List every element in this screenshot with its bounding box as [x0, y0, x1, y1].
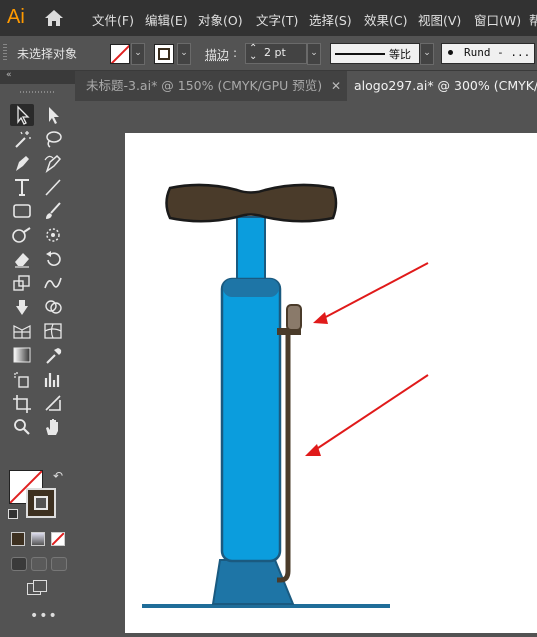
pump-cap [223, 279, 279, 297]
control-bar-grip[interactable] [3, 44, 7, 62]
profile-label: 等比 [389, 48, 411, 61]
screen-mode-icon[interactable] [27, 580, 47, 595]
selection-tool-icon[interactable] [10, 104, 34, 126]
gradient-mode-icon[interactable] [31, 532, 45, 546]
tab-untitled-3[interactable]: 未标题-3.ai* @ 150% (CMYK/GPU 预览) ✕ [75, 71, 347, 101]
profile-line-icon [335, 53, 385, 55]
brush-dot-icon [448, 50, 453, 55]
fill-swatch[interactable] [110, 44, 130, 64]
home-icon[interactable] [44, 9, 64, 27]
stroke-label[interactable]: 描边 [205, 46, 229, 63]
menu-effect[interactable]: 效果(C) [364, 10, 407, 29]
close-icon[interactable]: ✕ [331, 71, 341, 101]
direct-selection-tool-icon[interactable] [41, 104, 65, 126]
menu-help[interactable]: 帮 [529, 10, 537, 29]
variable-width-profile[interactable]: 等比 [330, 43, 420, 64]
rectangle-tool-icon[interactable] [10, 200, 34, 222]
mesh-tool-icon[interactable] [41, 320, 65, 342]
puppet-warp-icon[interactable] [10, 296, 34, 318]
pump-handle [165, 183, 338, 223]
pump-barrel [220, 277, 282, 563]
draw-inside-icon[interactable] [51, 557, 67, 571]
edit-toolbar-icon[interactable]: ••• [30, 608, 58, 624]
symbol-sprayer-icon[interactable] [10, 368, 34, 390]
arrow-line-bottom [314, 374, 429, 451]
stroke-label-colon: : [233, 46, 238, 60]
menu-bar: Ai 文件(F) 编辑(E) 对象(O) 文字(T) 选择(S) 效果(C) 视… [0, 0, 537, 36]
brush-value: Rund - ... [464, 46, 531, 59]
stroke-hollow-icon [34, 496, 48, 510]
none-slash-icon [52, 533, 64, 545]
stepper-arrows-icon[interactable]: ⌃ ⌄ [249, 44, 257, 62]
none-mode-icon[interactable] [51, 532, 65, 546]
menu-object[interactable]: 对象(O) [198, 10, 243, 29]
draw-normal-icon[interactable] [11, 557, 27, 571]
gradient-tool-icon[interactable] [10, 344, 34, 366]
draw-behind-icon[interactable] [31, 557, 47, 571]
panel-grip[interactable] [20, 91, 54, 93]
perspective-grid-icon[interactable] [10, 320, 34, 342]
lasso-icon[interactable] [41, 128, 65, 150]
pump-illustration [142, 183, 429, 608]
blob-brush-icon[interactable] [41, 224, 65, 246]
swap-fill-stroke-icon[interactable]: ↶ [53, 469, 63, 483]
shaper-tool-icon[interactable] [10, 224, 34, 246]
tools-panel-header: « [0, 70, 75, 84]
menu-edit[interactable]: 编辑(E) [145, 10, 188, 29]
menu-window[interactable]: 窗口(W) [474, 10, 521, 29]
profile-dropdown[interactable]: ⌄ [420, 43, 434, 65]
menu-file[interactable]: 文件(F) [92, 10, 134, 29]
selection-status: 未选择对象 [17, 47, 78, 61]
brush-definition[interactable]: Rund - ... [441, 43, 535, 64]
curvature-tool-icon[interactable] [41, 152, 65, 174]
app-logo: Ai [7, 6, 25, 28]
artboard-tool-icon[interactable] [10, 392, 34, 414]
default-fill-stroke-icon[interactable] [8, 509, 18, 519]
type-tool-icon[interactable] [10, 176, 34, 198]
hose-nozzle [286, 304, 302, 331]
tab-alogo297[interactable]: alogo297.ai* @ 300% (CMYK/GPU [347, 71, 537, 101]
arrowhead-top [313, 312, 328, 324]
stroke-weight-dropdown[interactable]: ⌄ [307, 43, 321, 65]
rotate-tool-icon[interactable] [41, 248, 65, 270]
color-mode-icon[interactable] [11, 532, 25, 546]
magic-wand-icon[interactable] [10, 128, 34, 150]
warp-tool-icon[interactable] [41, 272, 65, 294]
artboard[interactable] [125, 133, 537, 633]
pump-rod [236, 216, 266, 280]
eraser-icon[interactable] [10, 248, 34, 270]
stroke-color-dropdown[interactable]: ⌄ [177, 43, 191, 65]
column-graph-icon[interactable] [41, 368, 65, 390]
shape-builder-icon[interactable] [41, 296, 65, 318]
hand-tool-icon[interactable] [41, 416, 65, 438]
menu-select[interactable]: 选择(S) [309, 10, 352, 29]
arrowhead-bottom [305, 444, 321, 456]
pen-tool-icon[interactable] [10, 152, 34, 174]
eyedropper-icon[interactable] [41, 344, 65, 366]
line-tool-icon[interactable] [41, 176, 65, 198]
stroke-swatch[interactable] [154, 44, 174, 64]
fill-dropdown[interactable]: ⌄ [131, 43, 145, 65]
scale-tool-icon[interactable] [10, 272, 34, 294]
stroke-weight-field[interactable]: ⌃ ⌄ 2 pt [245, 43, 307, 64]
arrow-line-top [321, 262, 429, 320]
zoom-tool-icon[interactable] [10, 416, 34, 438]
menu-type[interactable]: 文字(T) [256, 10, 298, 29]
slice-tool-icon[interactable] [41, 392, 65, 414]
stroke-weight-value: 2 pt [264, 46, 286, 59]
tab-label: alogo297.ai* @ 300% (CMYK/GPU [354, 78, 537, 93]
tab-label: 未标题-3.ai* @ 150% (CMYK/GPU 预览) [86, 78, 323, 93]
toolbox-stroke-swatch[interactable] [26, 488, 56, 518]
document-tab-bar: 未标题-3.ai* @ 150% (CMYK/GPU 预览) ✕ alogo29… [75, 71, 537, 101]
paintbrush-icon[interactable] [41, 200, 65, 222]
menu-view[interactable]: 视图(V) [418, 10, 461, 29]
collapse-icon[interactable]: « [6, 70, 12, 80]
